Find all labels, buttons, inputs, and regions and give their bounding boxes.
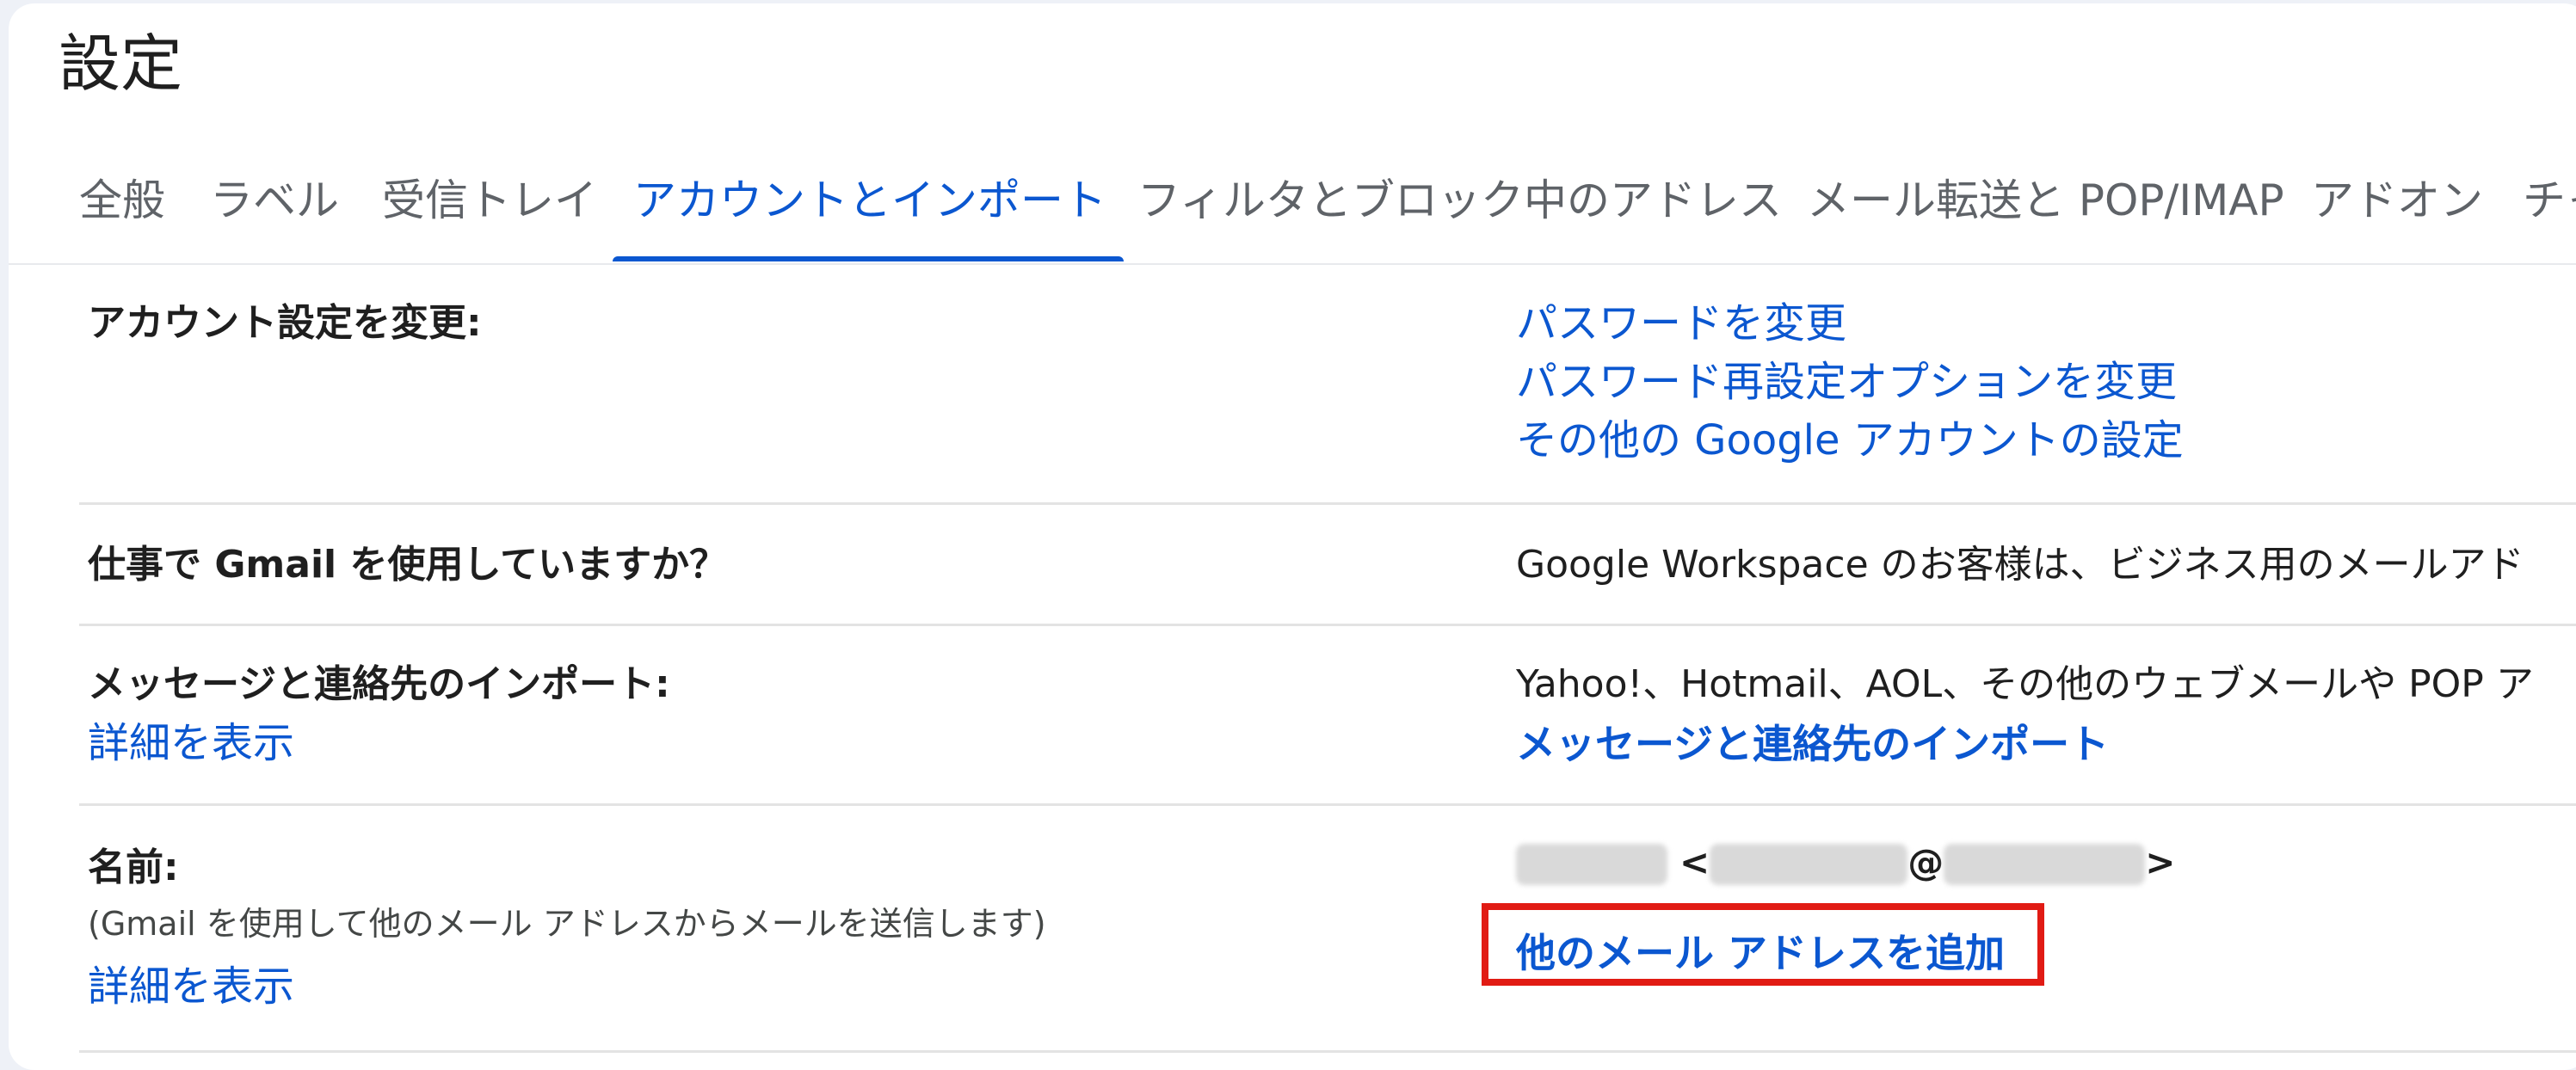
tab-addons[interactable]: アドオン — [2311, 179, 2483, 261]
name-label: 名前: — [88, 846, 179, 889]
google-account-settings-link[interactable]: その他の Google アカウントの設定 — [1516, 420, 2184, 461]
import-row: メッセージと連絡先のインポート: 詳細を表示 Yahoo!、Hotmail、AO… — [79, 626, 2576, 806]
send-mail-as-learn-more-link[interactable]: 詳細を表示 — [88, 966, 294, 1007]
redacted-username — [1710, 844, 1908, 885]
address-at-sign: @ — [1907, 841, 1944, 883]
settings-tabs: 全般 ラベル 受信トレイ アカウントとインポート フィルタとブロック中のアドレス… — [9, 158, 2576, 265]
workspace-info-text: Google Workspace のお客様は、ビジネス用のメールアド — [1516, 543, 2524, 587]
import-label: メッセージと連絡先のインポート: — [88, 662, 670, 706]
tab-inbox[interactable]: 受信トレイ — [382, 179, 597, 261]
send-mail-as-row: 名前: (Gmail を使用して他のメール アドレスからメールを送信します) 詳… — [79, 806, 2576, 1053]
tab-filters-blocked[interactable]: フィルタとブロック中のアドレス — [1137, 179, 1782, 261]
redacted-name — [1516, 844, 1667, 885]
account-settings-label: アカウント設定を変更: — [88, 301, 482, 345]
redacted-domain — [1944, 844, 2146, 885]
tab-general[interactable]: 全般 — [79, 179, 165, 261]
sender-address: < @ > — [1516, 844, 2175, 885]
change-password-link[interactable]: パスワードを変更 — [1516, 303, 1846, 344]
send-mail-as-description: (Gmail を使用して他のメール アドレスからメールを送信します) — [88, 905, 1046, 943]
change-recovery-options-link[interactable]: パスワード再設定オプションを変更 — [1516, 361, 2177, 403]
settings-panel: 設定 全般 ラベル 受信トレイ アカウントとインポート フィルタとブロック中のア… — [9, 3, 2576, 1070]
page-title: 設定 — [59, 28, 183, 100]
active-tab-indicator — [613, 256, 1124, 261]
address-close-bracket: > — [2145, 841, 2176, 883]
import-info-text: Yahoo!、Hotmail、AOL、その他のウェブメールや POP ア — [1516, 662, 2534, 706]
import-mail-contacts-link[interactable]: メッセージと連絡先のインポート — [1516, 724, 2109, 764]
tab-accounts-import[interactable]: アカウントとインポート — [633, 179, 1106, 261]
gmail-for-work-label: 仕事で Gmail を使用していますか？ — [88, 543, 728, 587]
highlight-box — [1482, 903, 2044, 986]
account-settings-row: アカウント設定を変更: パスワードを変更 パスワード再設定オプションを変更 その… — [79, 265, 2576, 505]
gmail-for-work-row: 仕事で Gmail を使用していますか？ Google Workspace のお… — [79, 505, 2576, 626]
address-open-bracket: < — [1679, 841, 1710, 883]
tab-labels[interactable]: ラベル — [210, 179, 339, 261]
import-learn-more-link[interactable]: 詳細を表示 — [88, 723, 294, 764]
tab-chat[interactable]: チャ — [2523, 179, 2576, 261]
tab-forwarding-pop-imap[interactable]: メール転送と POP/IMAP — [1807, 179, 2284, 261]
